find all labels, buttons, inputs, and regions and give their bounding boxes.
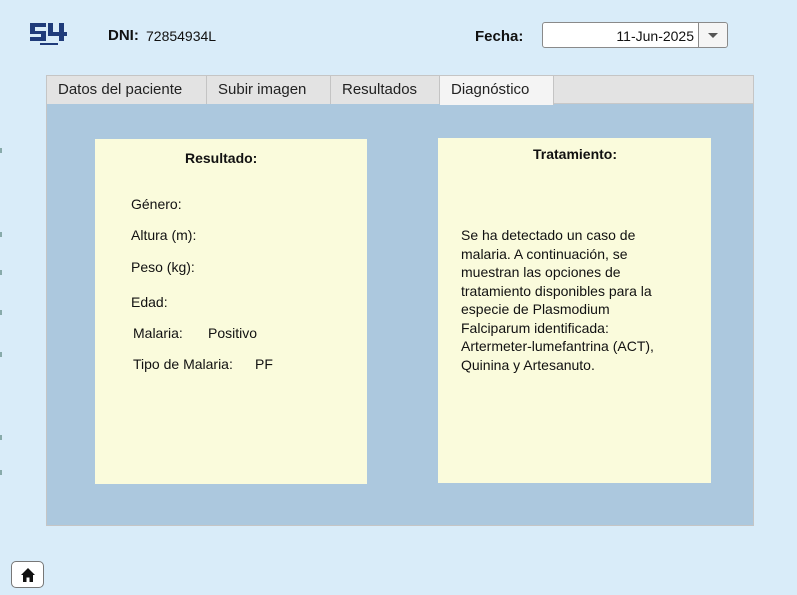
peso-label: Peso (kg): [131,259,195,275]
date-value: 11-Jun-2025 [616,28,694,44]
edge-tick [0,352,2,357]
s4-logo-icon [28,20,68,48]
edge-tick [0,232,2,237]
edge-tick [0,310,2,315]
fecha-label: Fecha: [475,28,524,45]
edad-label: Edad: [131,294,168,310]
date-dropdown-button[interactable] [698,23,727,47]
home-button[interactable] [11,561,44,588]
resultado-title: Resultado: [185,150,258,166]
tratamiento-title: Tratamiento: [533,146,618,162]
main-panel: Datos del paciente Subir imagen Resultad… [46,75,754,526]
tratamiento-text: Se ha detectado un caso de malaria. A co… [461,227,654,373]
home-icon [21,568,35,582]
edge-tick [0,148,2,153]
date-picker[interactable]: 11-Jun-2025 [542,22,728,48]
edge-tick [0,270,2,275]
tipo-malaria-value: PF [255,356,273,372]
tab-subir-imagen[interactable]: Subir imagen [207,76,331,104]
malaria-value: Positivo [208,325,258,341]
edge-tick [0,435,2,440]
dni-label: DNI: [108,27,139,44]
dni-value: 72854934L [146,28,217,44]
edge-tick [0,470,2,475]
tratamiento-card: Tratamiento: Se ha detectado un caso de … [438,138,711,483]
tab-bar: Datos del paciente Subir imagen Resultad… [47,76,753,105]
tab-resultados[interactable]: Resultados [331,76,440,104]
altura-label: Altura (m): [131,227,197,243]
malaria-label: Malaria: [133,325,183,341]
tipo-malaria-label: Tipo de Malaria: [133,356,233,372]
genero-label: Género: [131,196,182,212]
resultado-card: Resultado: Género: Altura (m): Peso (kg)… [95,139,367,484]
tab-diagnostico[interactable]: Diagnóstico [440,76,554,105]
tab-datos-paciente[interactable]: Datos del paciente [47,76,207,104]
chevron-down-icon [708,33,718,38]
